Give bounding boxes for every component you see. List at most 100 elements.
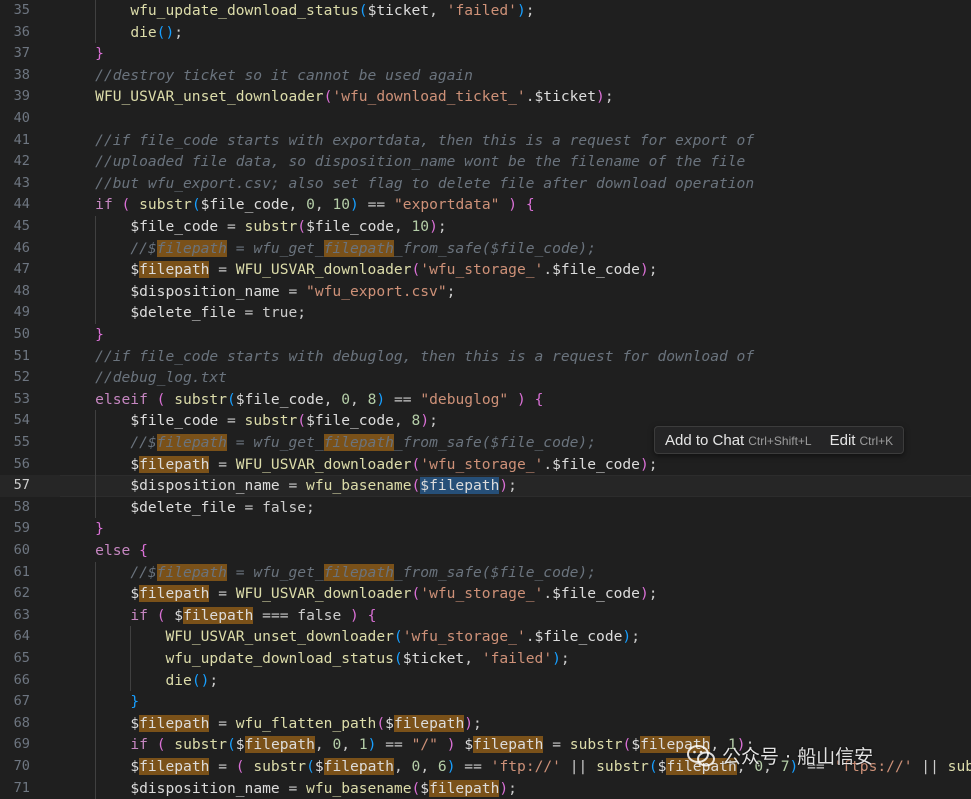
code-token: $delete_file [130,304,236,322]
code-token: $disposition_name [130,282,280,300]
code-line[interactable]: 41 //if file_code starts with exportdata,… [0,130,971,152]
code-line[interactable]: 64 WFU_USVAR_unset_downloader('wfu_storag… [0,626,971,648]
code-token: 'wfu_download_ticket_' [332,88,526,106]
code-line[interactable]: 62 $filepath = WFU_USVAR_downloader('wfu_… [0,583,971,605]
code-token: $ [130,455,140,473]
code-line[interactable]: 40 [0,108,971,130]
code-line[interactable]: 63 if ( $filepath === false ) { [0,604,971,627]
code-token: ) [516,2,526,19]
code-token: ; [525,2,535,19]
code-line[interactable]: 46//$filepath = wfu_get_filepath_from_sa… [0,237,971,260]
code-token: ( [235,758,245,775]
code-token: ) [639,261,649,279]
code-token: if [130,736,148,754]
code-line[interactable]: 59} [0,518,971,540]
add-to-chat-action[interactable]: Add to Chat Ctrl+Shift+L [665,432,812,449]
code-token: //if file_code starts with debuglog, the… [95,347,755,365]
code-line[interactable]: 38 //destroy ticket so it cannot be used … [0,65,971,87]
code-token: $ [130,585,140,603]
code-line[interactable]: 57 $disposition_name = wfu_basename($file… [0,475,971,497]
wechat-icon [687,744,715,766]
code-token: ; [648,585,658,603]
code-line[interactable]: 56 $filepath = WFU_USVAR_downloader('wfu_… [0,453,971,476]
edit-action[interactable]: Edit Ctrl+K [830,432,894,449]
code-token: $file_code [552,585,640,603]
indent-guide [95,561,97,584]
line-number: 37 [13,45,30,62]
code-line[interactable]: 43 //but wfu_export.csv; also set flag to… [0,173,971,195]
code-line[interactable]: 60 else { [0,540,971,562]
code-line[interactable]: 53 elseif ( substr($file_code, 0, 8) == "… [0,389,971,411]
code-line[interactable]: 65 wfu_update_download_status($ticket, 'f… [0,648,971,670]
line-number: 56 [13,455,30,472]
code-text: $filepath = wfu_flatten_path($filepath); [130,713,482,735]
code-token: == [455,758,491,775]
line-number: 52 [13,369,30,386]
line-number: 39 [13,88,30,105]
indent-guide [95,734,97,756]
code-line[interactable]: 61//$filepath = wfu_get_filepath_from_sa… [0,561,971,584]
indent-guide [95,259,97,281]
code-token: { [139,542,148,559]
line-number: 38 [13,66,30,83]
code-token: //$ [130,563,157,581]
line-number: 65 [13,650,30,666]
code-token: ( [411,261,421,279]
code-token: "exportdata" [394,196,500,214]
code-token: //if file_code starts with exportdata, t… [95,131,755,149]
code-line[interactable]: 36 die(); [0,21,971,44]
line-number: 69 [13,736,30,753]
code-token: ( [297,412,307,430]
code-line[interactable]: 47 $filepath = WFU_USVAR_downloader('wfu_… [0,259,971,281]
code-token: ) [639,585,649,603]
code-token: $ [235,736,245,754]
code-line[interactable]: 66 die(); [0,669,971,692]
code-token: $file_code [306,218,394,235]
code-token: ) [464,714,474,732]
code-line[interactable]: 51 //if file_code starts with debuglog, t… [0,346,971,368]
code-token: || [560,758,597,775]
code-token: , [393,218,412,235]
code-token: } [95,45,104,63]
line-number: 68 [13,714,30,731]
code-token: wfu_update_download_status [130,2,359,19]
code-line[interactable]: 49 $delete_file = true; [0,302,971,324]
code-line[interactable]: 44 if ( substr($file_code, 0, 10) == "exp… [0,194,971,216]
code-token: 'failed' [481,650,553,667]
code-token: = wfu_get_ [226,239,324,257]
code-line[interactable]: 37} [0,43,971,65]
line-number: 58 [13,498,30,515]
code-editor[interactable]: 35 wfu_update_download_status($ticket, 'f… [0,0,971,799]
code-line[interactable]: 45 $file_code = substr($file_code, 10); [0,216,971,238]
code-line[interactable]: 42 //uploaded file data, so disposition_n… [0,151,971,173]
code-line[interactable]: 67} [0,691,971,713]
code-token: ( [376,714,386,732]
code-line[interactable]: 48 $disposition_name = "wfu_export.csv"; [0,280,971,303]
code-token: $ [130,261,140,279]
code-token: elseif [95,390,148,408]
code-token: = [209,758,236,775]
code-line[interactable]: 35 wfu_update_download_status($ticket, 'f… [0,0,971,22]
indent-guide [95,604,97,627]
code-line[interactable]: 68 $filepath = wfu_flatten_path($filepath… [0,712,971,735]
code-token: filepath [139,758,210,775]
code-token: 'wfu_storage_' [402,628,526,646]
code-text: //$filepath = wfu_get_filepath_from_safe… [130,238,596,260]
code-token: ; [560,650,570,667]
code-token: substr [174,736,227,754]
code-token: filepath [139,714,210,732]
code-token: || [912,758,948,775]
code-line[interactable]: 71 $disposition_name = wfu_basename($file… [0,777,971,799]
code-token: filepath [473,736,544,754]
code-text: $file_code = substr($file_code, 8); [130,410,438,432]
code-line[interactable]: 39 WFU_USVAR_unset_downloader('wfu_downlo… [0,86,971,108]
code-token: ( [358,2,368,19]
code-line[interactable]: 58 $delete_file = false; [0,496,971,519]
code-token: = [209,261,236,279]
code-token: } [130,693,140,711]
code-token: = [209,455,236,473]
code-line[interactable]: 52 //debug_log.txt [0,367,971,389]
code-line[interactable]: 50} [0,324,971,346]
